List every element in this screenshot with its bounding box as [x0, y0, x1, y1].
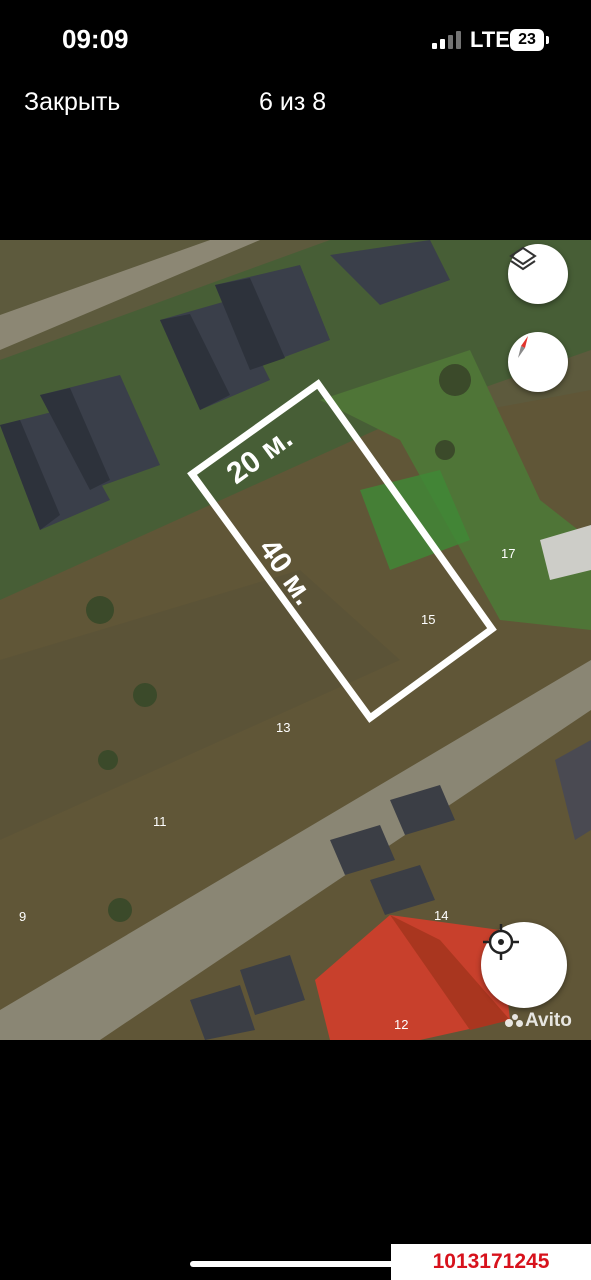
avito-text: Avito — [525, 1010, 572, 1031]
status-time: 09:09 — [62, 24, 129, 54]
layers-icon — [509, 246, 537, 271]
ad-id-label: 1013171245 — [391, 1244, 591, 1280]
house-number: 17 — [501, 546, 515, 561]
house-number: 9 — [19, 909, 26, 924]
house-number: 14 — [434, 908, 448, 923]
network-type: LTE — [470, 27, 510, 52]
signal-icon — [432, 31, 462, 49]
image-counter: 6 из 8 — [259, 88, 327, 116]
status-bar: 09:09 LTE 23 — [0, 0, 591, 80]
avito-watermark: Avito — [505, 1010, 572, 1032]
satellite-map[interactable]: 20 м. 40 м. 17 15 13 11 9 14 12 Avito — [0, 240, 591, 1040]
compass-icon — [518, 336, 528, 358]
crosshair-icon — [483, 924, 519, 960]
close-button[interactable]: Закрыть — [24, 88, 120, 117]
battery-tip — [546, 36, 549, 44]
house-number: 15 — [421, 612, 435, 627]
map-imagery: 20 м. 40 м. 17 15 13 11 9 14 12 — [0, 240, 591, 1040]
avito-logo-icon — [505, 1013, 525, 1028]
compass-button[interactable] — [508, 332, 568, 392]
home-indicator[interactable] — [190, 1261, 400, 1267]
house-number: 12 — [394, 1017, 408, 1032]
house-number: 11 — [153, 814, 167, 829]
battery-level: 23 — [518, 31, 536, 48]
layers-button[interactable] — [508, 244, 568, 304]
battery-icon: 23 — [510, 29, 544, 51]
house-number: 13 — [276, 720, 290, 735]
locate-button[interactable] — [481, 922, 567, 1008]
